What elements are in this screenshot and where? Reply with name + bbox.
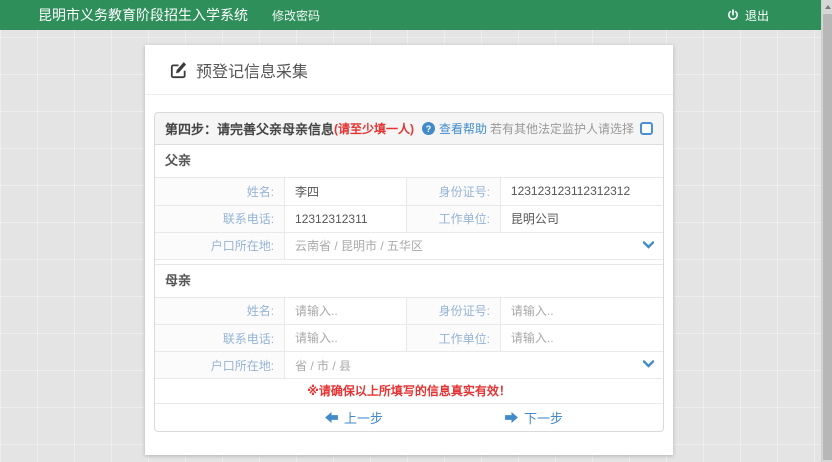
form-warning: ※请确保以上所填写的信息真实有效！ <box>155 379 663 404</box>
arrow-right-icon <box>505 412 518 423</box>
father-hukou-value: 云南省 / 昆明市 / 五华区 <box>295 237 423 254</box>
arrow-left-icon <box>325 412 338 423</box>
father-name-input[interactable] <box>285 179 406 204</box>
step-hint: (请至少填一人) <box>334 120 414 137</box>
father-id-input[interactable] <box>501 179 663 204</box>
mother-id-label: 身份证号: <box>406 298 500 325</box>
mother-employer-label: 工作单位: <box>406 325 500 352</box>
father-hukou-select[interactable]: 云南省 / 昆明市 / 五华区 <box>285 233 663 259</box>
main-card: 预登记信息采集 第四步：请完善父亲母亲信息 (请至少填一人) 查看帮助 若有其他… <box>145 45 673 455</box>
app-brand[interactable]: 昆明市义务教育阶段招生入学系统 <box>38 5 248 25</box>
chevron-down-icon <box>643 360 654 368</box>
step-header: 第四步：请完善父亲母亲信息 (请至少填一人) 查看帮助 若有其他法定监护人请选择 <box>155 113 663 145</box>
view-help-link[interactable]: 查看帮助 <box>439 120 487 137</box>
father-hukou-label: 户口所在地: <box>155 232 285 259</box>
scrollbar-up-arrow[interactable] <box>822 0 832 13</box>
mother-hukou-select[interactable]: 省 / 市 / 县 <box>285 352 663 378</box>
power-icon <box>727 9 739 21</box>
table-row: 联系电话: 工作单位: <box>155 205 663 232</box>
father-phone-input[interactable] <box>285 206 406 231</box>
step-title: 第四步：请完善父亲母亲信息 <box>165 119 334 138</box>
scrollbar-thumb[interactable] <box>823 14 832 460</box>
form-panel: 第四步：请完善父亲母亲信息 (请至少填一人) 查看帮助 若有其他法定监护人请选择… <box>154 112 664 432</box>
change-password-link[interactable]: 修改密码 <box>272 7 320 24</box>
mother-name-label: 姓名: <box>155 298 285 325</box>
logout-button[interactable]: 退出 <box>727 7 769 24</box>
mother-id-input[interactable] <box>501 298 663 323</box>
help-icon[interactable] <box>422 122 435 135</box>
father-employer-input[interactable] <box>501 206 663 231</box>
mother-phone-label: 联系电话: <box>155 325 285 352</box>
logout-label: 退出 <box>745 7 769 24</box>
mother-name-input[interactable] <box>285 298 406 323</box>
page-header: 预登记信息采集 <box>145 45 673 95</box>
table-row: 姓名: 身份证号: <box>155 298 663 325</box>
other-guardian-checkbox[interactable] <box>640 122 653 135</box>
next-step-button[interactable]: 下一步 <box>505 408 563 427</box>
table-row: 户口所在地: 省 / 市 / 县 <box>155 352 663 379</box>
mother-hukou-placeholder: 省 / 市 / 县 <box>295 357 351 374</box>
top-navbar: 昆明市义务教育阶段招生入学系统 修改密码 退出 <box>0 0 821 30</box>
father-name-label: 姓名: <box>155 178 285 205</box>
prev-step-label: 上一步 <box>344 408 383 427</box>
next-step-label: 下一步 <box>524 408 563 427</box>
mother-section-title: 母亲 <box>155 265 663 298</box>
edit-icon <box>170 62 187 79</box>
mother-hukou-label: 户口所在地: <box>155 352 285 379</box>
table-row: 户口所在地: 云南省 / 昆明市 / 五华区 <box>155 232 663 259</box>
chevron-down-icon <box>643 241 654 249</box>
step-navigation: 上一步 下一步 <box>155 404 663 431</box>
page-title: 预登记信息采集 <box>196 58 308 82</box>
table-row: 联系电话: 工作单位: <box>155 325 663 352</box>
other-guardian-label: 若有其他法定监护人请选择 <box>490 120 634 137</box>
father-section-title: 父亲 <box>155 145 663 178</box>
father-phone-label: 联系电话: <box>155 205 285 232</box>
father-employer-label: 工作单位: <box>406 205 500 232</box>
father-id-label: 身份证号: <box>406 178 500 205</box>
father-fields-table: 姓名: 身份证号: 联系电话: 工作单位: 户口所在地: 云南省 / 昆明市 /… <box>155 178 663 260</box>
prev-step-button[interactable]: 上一步 <box>325 408 383 427</box>
mother-phone-input[interactable] <box>285 326 406 351</box>
vertical-scrollbar <box>821 0 832 462</box>
mother-employer-input[interactable] <box>501 326 663 351</box>
table-row: 姓名: 身份证号: <box>155 178 663 205</box>
mother-fields-table: 姓名: 身份证号: 联系电话: 工作单位: 户口所在地: 省 / 市 / 县 <box>155 298 663 380</box>
